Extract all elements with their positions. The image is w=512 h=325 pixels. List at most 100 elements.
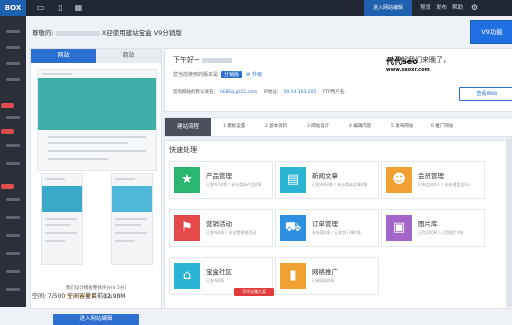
enter-site-edit-button-large[interactable]: 进入网站编辑 — [53, 314, 139, 325]
sidebar-item[interactable] — [6, 198, 20, 201]
sidebar-item[interactable] — [6, 270, 20, 273]
tab-website[interactable]: 网站 — [31, 49, 96, 63]
sidebar-item[interactable] — [6, 62, 20, 65]
phone-icon[interactable]: ▯ — [56, 3, 65, 12]
tile-title: 会员管理 — [418, 172, 444, 180]
sidebar-item[interactable] — [6, 30, 20, 33]
help-link[interactable]: 帮助 — [452, 0, 463, 16]
tile-desc: 已发布60条 / 未分类新文章0条 — [312, 182, 368, 187]
logo: BOX — [0, 0, 26, 16]
tile-image-library[interactable]: ▣ 图片库 已用100M / 已用图片0张 — [381, 209, 485, 247]
storage-info: 空间: 7/500 空间容量目前32.98M — [32, 293, 126, 300]
new-badge — [1, 103, 14, 108]
step-item[interactable]: 6 推广网站 — [431, 118, 453, 136]
tile-desc: 已发布0条 / 未设置营销活动 — [206, 230, 257, 235]
thumb-hero — [112, 186, 152, 212]
quick-actions-title: 快速处理 — [169, 146, 197, 154]
sidebar-item[interactable] — [6, 216, 20, 219]
write-review-button[interactable]: 写评论赚大奖 — [234, 288, 274, 296]
sidebar-item[interactable] — [6, 46, 20, 49]
step-item[interactable]: 3 网站设计 — [307, 118, 329, 136]
thumb-hero — [38, 78, 156, 130]
step-item[interactable]: 1 模板设置 — [223, 118, 245, 136]
thumb-line — [42, 73, 72, 75]
thumb-line — [48, 150, 146, 152]
pc-site-thumbnail[interactable] — [37, 69, 157, 171]
tile-desc: 已有会员0人 / 未处理会员0人 — [418, 182, 471, 187]
tile-members[interactable]: ☻ 会员管理 已有会员0人 / 未处理会员0人 — [381, 161, 485, 199]
upgrade-label: 升级 — [252, 72, 263, 78]
quick-actions-panel: 快速处理 ★ 产品管理 已发布10条 / 未分类新产品0条 ▤ 新闻文章 已发布… — [164, 140, 512, 309]
tile-marketing[interactable]: ⚑ 营销活动 已发布0条 / 未设置营销活动 — [169, 209, 273, 247]
view-website-button[interactable]: 查看Web — [459, 87, 512, 101]
mobile-thumbnail[interactable] — [41, 173, 83, 265]
sidebar-item[interactable] — [6, 144, 20, 147]
v9-feature-button[interactable]: V9功能 — [470, 20, 512, 44]
chart-icon: ▮ — [280, 263, 306, 289]
thumb-hero — [42, 186, 82, 212]
thumb-line — [45, 224, 71, 226]
tile-news[interactable]: ▤ 新闻文章 已发布60条 / 未分类新文章0条 — [275, 161, 379, 199]
enter-site-edit-button[interactable]: 进入网站编辑 — [364, 0, 412, 16]
sidebar — [0, 16, 26, 307]
site-info-row: 您的网站的默认域名: hk8Eq.gs51.com IP地址: 59.54.163.… — [173, 89, 351, 95]
thumb-line — [115, 178, 135, 180]
welcome-line: 尊敬的: X迎使用建站宝盒 V9分销版 — [32, 27, 182, 37]
thumb-line — [48, 158, 108, 160]
tile-desc: 已用100M / 已用图片0张 — [418, 230, 464, 235]
grid-icon[interactable]: ▦ — [74, 3, 83, 12]
preview-link[interactable]: 预览 — [420, 0, 431, 16]
monitor-icon[interactable]: ▭ — [36, 3, 45, 12]
star-icon: ★ — [174, 167, 200, 193]
tile-promotion[interactable]: ▮ 网络推广 已有网站0条 — [275, 257, 379, 295]
watermark: 代代seo www.seoxr.com — [386, 57, 430, 75]
watermark-title: 代代seo — [386, 57, 418, 66]
step-item[interactable]: 2 基本资料 — [265, 118, 287, 136]
thumb-line — [48, 136, 146, 138]
user-icon: ☻ — [386, 167, 412, 193]
new-badge — [1, 184, 14, 189]
username-blurred — [55, 30, 100, 36]
tab-shop[interactable]: 商站 — [96, 49, 161, 63]
tile-desc: 已发布0条 — [206, 278, 225, 283]
mobile-thumbnail[interactable] — [111, 173, 153, 265]
watermark-url: www.seoxr.com — [386, 67, 430, 73]
username-blurred — [201, 57, 232, 63]
thumb-line — [45, 218, 77, 220]
image-icon: ▣ — [386, 215, 412, 241]
thumb-line — [115, 240, 135, 242]
publish-link[interactable]: 发布 — [436, 0, 447, 16]
welcome-suffix: X迎使用建站宝盒 V9分销版 — [101, 29, 182, 37]
site-preview-panel: 网站 商站 我们设计模板整体评分(4.5分) ★★★★★ 已有 进入网站编辑 — [30, 48, 162, 325]
thumb-line — [115, 232, 147, 234]
version-badge: 分销版 — [221, 71, 243, 78]
step-item[interactable]: 5 发布网站 — [391, 118, 413, 136]
tile-orders[interactable]: ⛟ 订单管理 未处理0条 / 已发货订单0条 — [275, 209, 379, 247]
tile-product-management[interactable]: ★ 产品管理 已发布10条 / 未分类新产品0条 — [169, 161, 273, 199]
sidebar-item[interactable] — [6, 78, 20, 81]
upgrade-link[interactable]: ⚙ 升级 — [246, 72, 262, 78]
account-info-card: 下午好~ 对不起我们来晚了， 您当前使用的版本是 分销版 ⚙ 升级 您的网站的默认域… — [164, 48, 512, 112]
new-badge — [1, 129, 14, 134]
sidebar-item[interactable] — [6, 116, 20, 119]
house-icon: ⌂ — [174, 263, 200, 289]
domain-value[interactable]: hk8Eq.gs51.com — [220, 90, 257, 95]
ftp-label: FTP用户名: — [322, 90, 346, 95]
domain-label: 您的网站的默认域名: — [173, 90, 216, 95]
sidebar-item[interactable] — [6, 252, 20, 255]
step-item[interactable]: 4 编辑内容 — [349, 118, 371, 136]
tile-title: 新闻文章 — [312, 172, 338, 180]
scrollbar[interactable] — [506, 138, 512, 307]
tile-title: 图片库 — [418, 220, 438, 228]
sidebar-item[interactable] — [6, 234, 20, 237]
tile-title: 宝盒社区 — [206, 268, 232, 276]
steps-title: 建站流程 — [165, 118, 211, 136]
tile-desc: 未处理0条 / 已发货订单0条 — [312, 230, 361, 235]
tile-title: 网络推广 — [312, 268, 338, 276]
greeting-text: 下午好~ — [173, 56, 200, 64]
sidebar-item[interactable] — [6, 162, 20, 165]
sidebar-item[interactable] — [6, 288, 20, 291]
thumb-line — [45, 240, 65, 242]
gear-icon[interactable]: ⚙ — [470, 3, 479, 12]
preview-tabs: 网站 商站 — [31, 49, 161, 63]
